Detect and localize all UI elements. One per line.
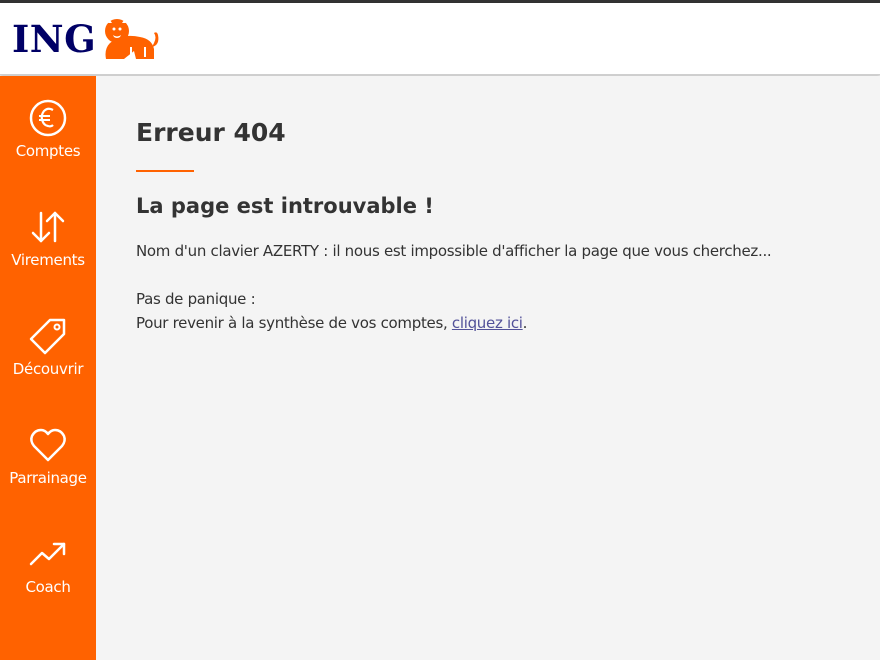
lion-logo-icon: [105, 18, 159, 59]
page-title: Erreur 404: [136, 118, 286, 147]
main-content: Erreur 404 La page est introuvable ! Nom…: [96, 76, 880, 660]
panic-text: Pas de panique :: [136, 290, 256, 308]
error-subtitle: La page est introuvable !: [136, 194, 434, 218]
sidebar-item-label: Parrainage: [9, 469, 87, 487]
heart-icon: [30, 428, 66, 462]
euro-icon: [29, 99, 67, 137]
return-end: .: [522, 314, 528, 332]
sidebar-item-label: Virements: [11, 251, 85, 269]
sidebar-item-comptes[interactable]: Comptes: [0, 98, 96, 188]
sidebar-item-coach[interactable]: Coach: [0, 534, 96, 624]
sidebar-item-decouvrir[interactable]: Découvrir: [0, 316, 96, 406]
transfer-arrows-icon: [31, 211, 65, 243]
sidebar-item-parrainage[interactable]: Parrainage: [0, 425, 96, 515]
return-text: Pour revenir à la synthèse de vos compte…: [136, 314, 452, 332]
title-underline: [136, 170, 194, 172]
error-message: Nom d'un clavier AZERTY : il nous est im…: [136, 242, 772, 260]
sidebar-item-virements[interactable]: Virements: [0, 207, 96, 297]
return-paragraph: Pour revenir à la synthèse de vos compte…: [136, 314, 527, 332]
sidebar-item-label: Comptes: [15, 142, 81, 160]
trend-up-icon: [29, 542, 66, 566]
tag-icon: [29, 318, 66, 355]
sidebar: Comptes Virements Découvrir Parrainage C…: [0, 76, 96, 660]
sidebar-item-label: Découvrir: [12, 360, 84, 378]
app-header: ING: [0, 3, 880, 75]
return-link[interactable]: cliquez ici: [452, 314, 523, 332]
logo-text: ING: [12, 16, 97, 61]
ing-logo[interactable]: ING: [12, 17, 162, 61]
sidebar-item-label: Coach: [25, 578, 71, 596]
